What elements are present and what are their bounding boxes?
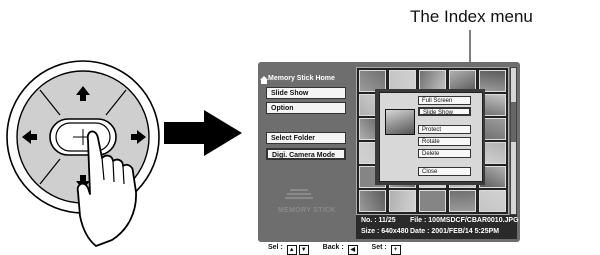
home-icon — [260, 76, 268, 84]
set-key-icon: + — [390, 245, 401, 255]
menu-item-protect[interactable]: Protect — [418, 125, 471, 134]
menu-item-delete[interactable]: Delete — [418, 149, 471, 158]
menu-item-close[interactable]: Close — [418, 167, 471, 176]
memory-stick-logo — [285, 189, 313, 199]
thumbnail[interactable] — [359, 190, 386, 212]
legend-sel-label: Sel : — [268, 244, 283, 251]
thumbnail[interactable] — [479, 190, 506, 212]
left-key-icon: ◀ — [347, 245, 358, 255]
thumbnail[interactable] — [449, 190, 476, 212]
scrollbar-thumb[interactable] — [511, 102, 516, 142]
menu-item-slide-show[interactable]: Slide Show — [418, 107, 471, 116]
file-date: Date : 2001/FEB/14 5:25PM — [410, 228, 500, 235]
memory-stick-logo-text: MEMORY STICK — [278, 207, 336, 214]
key-legend: Sel : ▲ ▼ Back : ◀ Set : + — [268, 244, 401, 255]
legend-back-label: Back : — [322, 244, 344, 251]
index-menu-screen: Memory Stick Home Slide Show Option Sele… — [258, 62, 520, 242]
digi-camera-mode-button[interactable]: Digi. Camera Mode — [266, 148, 346, 160]
image-size: Size : 640x480 — [361, 228, 409, 235]
right-arrow-indicator — [164, 110, 242, 156]
file-name: File : 100MSDCF/CBAR0010.JPG — [410, 217, 519, 224]
remote-control-illustration — [6, 60, 160, 247]
thumbnail[interactable] — [389, 190, 416, 212]
slide-show-button[interactable]: Slide Show — [266, 87, 346, 99]
selected-thumbnail — [385, 109, 415, 135]
thumbnail[interactable] — [419, 190, 446, 212]
select-folder-button[interactable]: Select Folder — [266, 132, 346, 144]
memory-stick-home-label: Memory Stick Home — [268, 75, 335, 82]
up-key-icon: ▲ — [286, 245, 297, 255]
file-number: No. : 11/25 — [361, 217, 396, 224]
menu-item-full-screen[interactable]: Full Screen — [418, 96, 471, 105]
legend-set-label: Set : — [371, 244, 387, 251]
option-button[interactable]: Option — [266, 102, 346, 114]
down-key-icon: ▼ — [298, 245, 309, 255]
menu-item-rotate[interactable]: Rotate — [418, 137, 471, 146]
